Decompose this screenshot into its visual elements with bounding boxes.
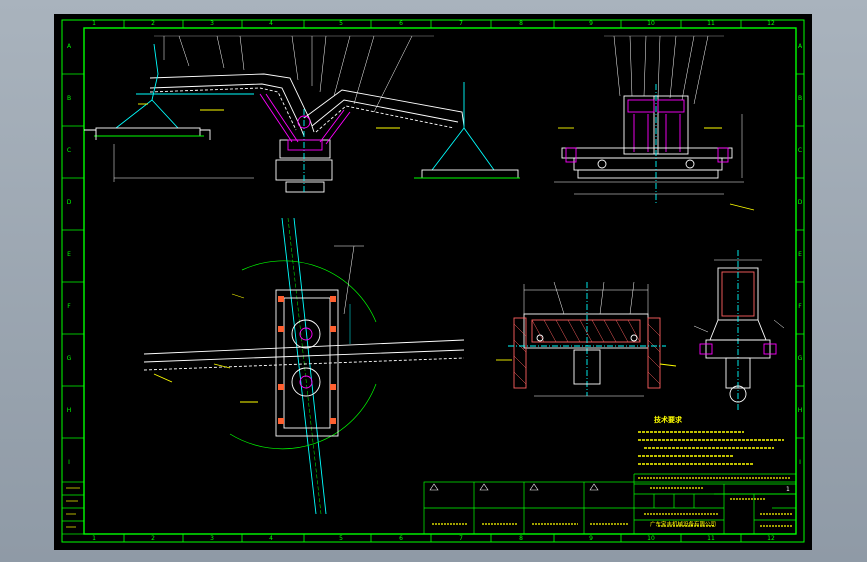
zone-row-F-right: F xyxy=(798,303,802,310)
zone-col-1-bottom: 1 xyxy=(92,535,96,542)
zone-rows: A B C D E F G H I A B C D E F G H I xyxy=(67,43,803,466)
title-block xyxy=(423,473,797,535)
zone-col-7: 7 xyxy=(459,20,463,27)
zone-row-H-right: H xyxy=(798,407,803,414)
side-elevation-view xyxy=(554,35,755,211)
zone-col-6-bottom: 6 xyxy=(399,535,403,542)
title-block-fill xyxy=(432,477,792,527)
zone-col-4-bottom: 4 xyxy=(269,535,273,542)
cad-drawing: 1 2 3 4 5 6 7 8 9 10 11 12 1 2 3 4 5 6 7… xyxy=(61,19,805,543)
end-section-view xyxy=(693,250,785,410)
zone-row-A: A xyxy=(67,43,72,50)
zone-col-12-bottom: 12 xyxy=(767,535,775,542)
left-revision-blocks xyxy=(61,481,85,535)
zone-col-5-bottom: 5 xyxy=(339,535,343,542)
revision-marks xyxy=(429,483,599,491)
zone-col-3: 3 xyxy=(210,20,214,27)
zone-col-2-bottom: 2 xyxy=(151,535,155,542)
zone-col-6: 6 xyxy=(399,20,403,27)
zone-row-F: F xyxy=(67,303,71,310)
company-name: 广东宝丰机械设备有限公司 xyxy=(650,520,716,528)
zone-row-C: C xyxy=(67,147,71,154)
zone-row-C-right: C xyxy=(798,147,802,154)
zone-row-I: I xyxy=(68,459,70,466)
zone-col-4: 4 xyxy=(269,20,273,27)
zone-row-G-right: G xyxy=(798,355,803,362)
zone-col-3-bottom: 3 xyxy=(210,535,214,542)
zone-col-2: 2 xyxy=(151,20,155,27)
zone-row-D: D xyxy=(67,199,72,206)
zone-col-9-bottom: 9 xyxy=(589,535,593,542)
zone-col-11: 11 xyxy=(707,20,715,27)
zone-row-A-right: A xyxy=(798,43,803,50)
zone-col-10-bottom: 10 xyxy=(647,535,655,542)
zone-row-B: B xyxy=(67,95,71,102)
zone-col-8-bottom: 8 xyxy=(519,535,523,542)
zone-row-B-right: B xyxy=(798,95,802,102)
zone-row-I-right: I xyxy=(799,459,801,466)
zone-col-7-bottom: 7 xyxy=(459,535,463,542)
zone-col-9: 9 xyxy=(589,20,593,27)
sheet-number: 1 xyxy=(786,486,790,493)
technical-requirements: 技术要求 xyxy=(638,415,784,465)
front-elevation-view xyxy=(84,35,520,194)
cad-viewport[interactable]: 1 2 3 4 5 6 7 8 9 10 11 12 1 2 3 4 5 6 7… xyxy=(54,14,812,550)
zone-col-11-bottom: 11 xyxy=(707,535,715,542)
zone-row-D-right: D xyxy=(798,199,803,206)
zone-row-ticks xyxy=(62,73,804,439)
plan-view xyxy=(143,217,465,515)
zone-col-12: 12 xyxy=(767,20,775,27)
section-view xyxy=(496,281,677,397)
zone-row-E-right: E xyxy=(798,251,802,258)
zone-row-E: E xyxy=(67,251,71,258)
zone-col-10: 10 xyxy=(647,20,655,27)
zone-row-H: H xyxy=(67,407,72,414)
tech-req-title: 技术要求 xyxy=(654,415,683,424)
zone-row-G: G xyxy=(67,355,72,362)
zone-col-8: 8 xyxy=(519,20,523,27)
zone-col-5: 5 xyxy=(339,20,343,27)
zone-col-1: 1 xyxy=(92,20,96,27)
